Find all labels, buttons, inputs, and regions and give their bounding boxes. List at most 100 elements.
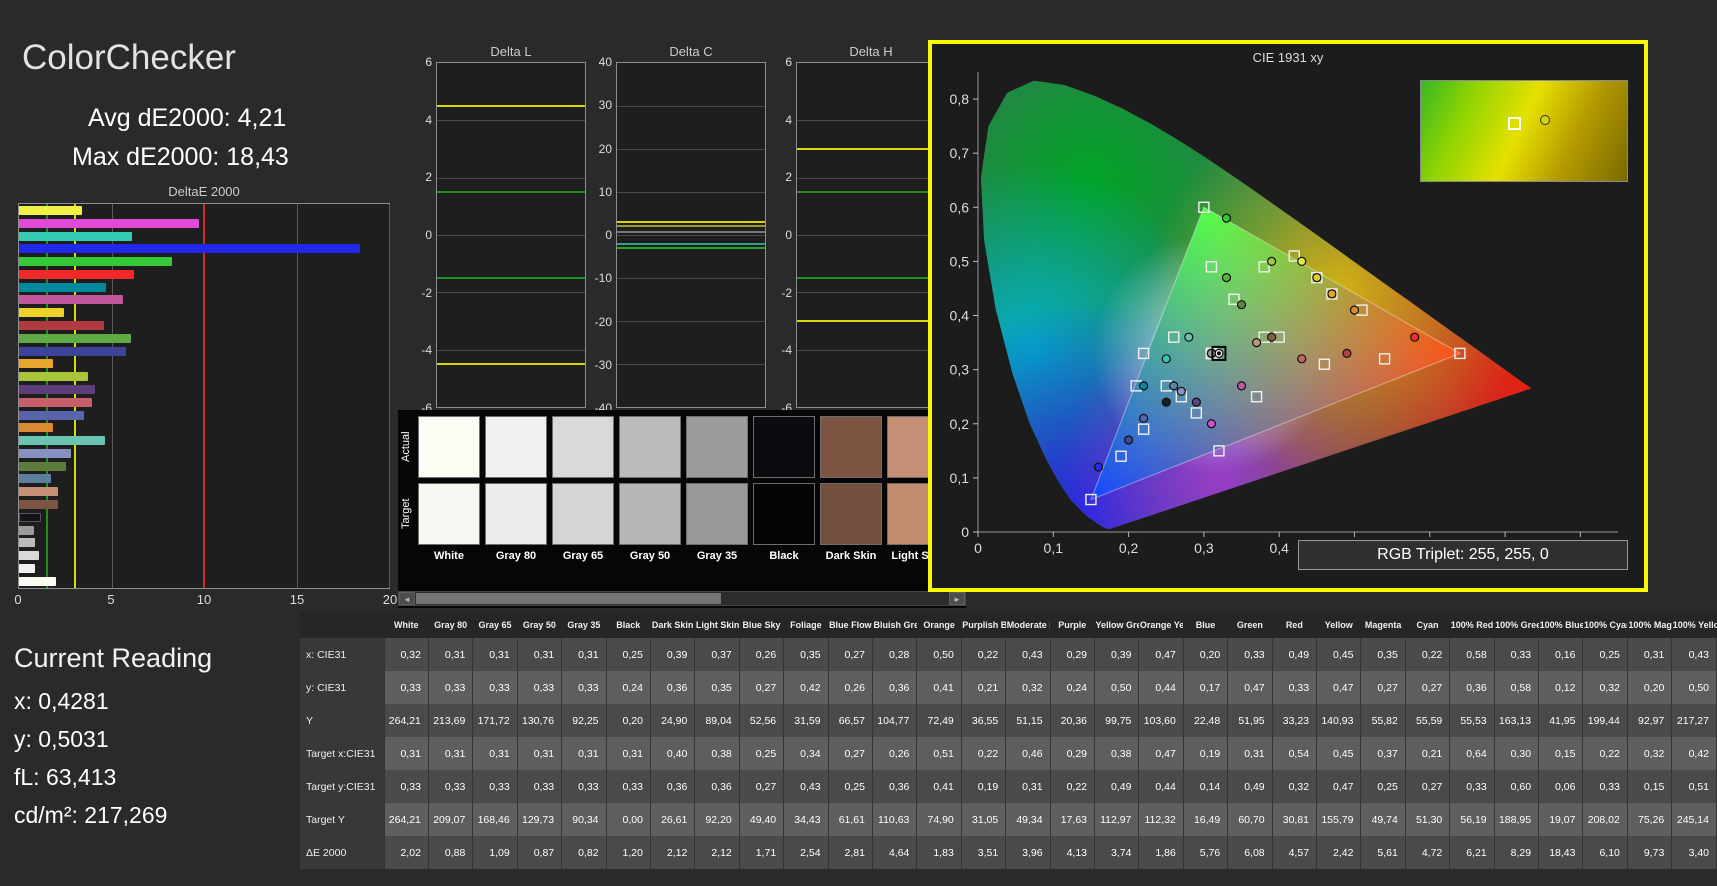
- column-header: Purplish Blue: [961, 612, 1006, 638]
- deltae-bars: [19, 206, 389, 586]
- column-header: Dark Skin: [650, 612, 695, 638]
- de-bar: [19, 423, 53, 433]
- table-cell: 2,12: [694, 836, 740, 869]
- column-header: Red: [1272, 612, 1317, 638]
- swatch-target[interactable]: [686, 483, 748, 545]
- table-cell: 49,34: [1005, 803, 1051, 836]
- table-cell: 0,41: [916, 671, 962, 704]
- delta_h-ticks: 6 4 2 0 -2 -4 -6: [766, 55, 792, 415]
- gridline: [389, 204, 390, 588]
- results-table-wrap: White Gray 80 Gray 65 Gray 50 Gray 35 Black Da…: [300, 612, 1717, 886]
- tolerance-line: [617, 221, 765, 224]
- swatch-actual[interactable]: [753, 416, 815, 478]
- table-cell: 0,33: [472, 671, 518, 704]
- scroll-left-icon[interactable]: ◄: [399, 592, 415, 605]
- table-cell: 60,70: [1227, 803, 1273, 836]
- bar-row: [19, 461, 389, 471]
- bar-row: [19, 295, 389, 305]
- de-bar: [19, 410, 84, 420]
- delta_l-plot[interactable]: [436, 62, 586, 408]
- swatch-column: Gray 35: [686, 416, 748, 562]
- table-cell: 0,32: [1627, 737, 1673, 770]
- svg-text:0,4: 0,4: [1269, 540, 1289, 556]
- de-bar: [19, 295, 123, 305]
- table-cell: 0,28: [872, 638, 918, 671]
- table-cell: 209,07: [428, 803, 474, 836]
- bar-row: [19, 551, 389, 561]
- table-cell: 0,47: [1227, 671, 1273, 704]
- swatch-actual[interactable]: [552, 416, 614, 478]
- column-header: Blue Flower: [828, 612, 873, 638]
- swatch-actual[interactable]: [686, 416, 748, 478]
- y-tick-label: 6: [785, 55, 792, 69]
- table-cell: 0,36: [872, 770, 918, 803]
- table-cell: 3,96: [1005, 836, 1051, 869]
- bar-row: [19, 321, 389, 331]
- bar-row: [19, 282, 389, 292]
- de-bar: [19, 206, 82, 215]
- gridline: [797, 349, 945, 351]
- svg-text:0,6: 0,6: [950, 199, 970, 215]
- column-header: 100% Blue: [1538, 612, 1583, 638]
- column-header: Moderate Red: [1005, 612, 1051, 638]
- table-cell: 0,38: [1094, 737, 1140, 770]
- column-header: Foliage: [783, 612, 829, 638]
- table-cell: 6,08: [1227, 836, 1273, 869]
- swatch-actual[interactable]: [418, 416, 480, 478]
- swatch-target[interactable]: [820, 483, 882, 545]
- table-cell: 155,79: [1316, 803, 1362, 836]
- table-cell: 0,17: [1183, 671, 1229, 704]
- table-cell: 0,58: [1449, 638, 1495, 671]
- table-cell: 1,20: [606, 836, 651, 869]
- swatch-target[interactable]: [753, 483, 815, 545]
- svg-text:0,3: 0,3: [950, 362, 970, 378]
- de-bar: [19, 474, 51, 484]
- table-cell: 0,06: [1538, 770, 1584, 803]
- table-cell: 0,19: [1183, 737, 1229, 770]
- table-cell: 0,29: [1050, 638, 1096, 671]
- svg-text:0: 0: [974, 540, 982, 556]
- table-cell: 26,61: [650, 803, 696, 836]
- bar-row: [19, 359, 389, 369]
- de-bar: [19, 218, 199, 228]
- swatch-actual[interactable]: [485, 416, 547, 478]
- deltae-bar-plot[interactable]: [18, 203, 390, 589]
- column-header: Black: [606, 612, 651, 638]
- table-cell: 0,26: [828, 671, 873, 704]
- y-tick-label: 0: [785, 228, 792, 242]
- swatch-target[interactable]: [552, 483, 614, 545]
- table-cell: 22,48: [1183, 704, 1229, 737]
- scrollbar-thumb[interactable]: [416, 593, 721, 604]
- swatch-target[interactable]: [485, 483, 547, 545]
- de-bar: [19, 244, 360, 254]
- bar-row: [19, 576, 389, 586]
- swatch-scrollbar[interactable]: ◄ ►: [398, 591, 966, 606]
- inset-target-square-icon: [1507, 117, 1521, 130]
- delta_c-plot[interactable]: [616, 62, 766, 408]
- swatch-target[interactable]: [418, 483, 480, 545]
- swatch-target[interactable]: [619, 483, 681, 545]
- reading-cdm2: cd/m²: 217,269: [14, 802, 168, 828]
- swatch-panel: Actual Target White Gray 80 Gray 65 Gray 50…: [398, 410, 966, 608]
- cie-chart-panel[interactable]: CIE 1931 xy 0 0,1 0,2 0,3 0,4 0,5 0,6 0,7 0,8 0 0,…: [928, 40, 1648, 592]
- gridline: [437, 177, 585, 179]
- table-cell: 9,73: [1627, 836, 1673, 869]
- de-bar: [19, 308, 64, 318]
- table-cell: 55,82: [1360, 704, 1406, 737]
- swatch-column: White: [418, 416, 480, 562]
- table-cell: 92,97: [1627, 704, 1673, 737]
- de-bar: [19, 384, 96, 394]
- scroll-right-icon[interactable]: ►: [949, 592, 965, 605]
- bar-row: [19, 244, 389, 254]
- table-cell: 0,30: [1494, 737, 1540, 770]
- table-cell: 0,25: [739, 737, 785, 770]
- swatch-column: Dark Skin: [820, 416, 882, 562]
- swatch-actual[interactable]: [619, 416, 681, 478]
- swatch-actual[interactable]: [820, 416, 882, 478]
- table-cell: 2,54: [783, 836, 829, 869]
- table-cell: 49,40: [739, 803, 785, 836]
- de-bar: [19, 372, 89, 382]
- delta_h-plot[interactable]: [796, 62, 946, 408]
- table-cell: 31,05: [961, 803, 1007, 836]
- de-bar: [19, 576, 57, 586]
